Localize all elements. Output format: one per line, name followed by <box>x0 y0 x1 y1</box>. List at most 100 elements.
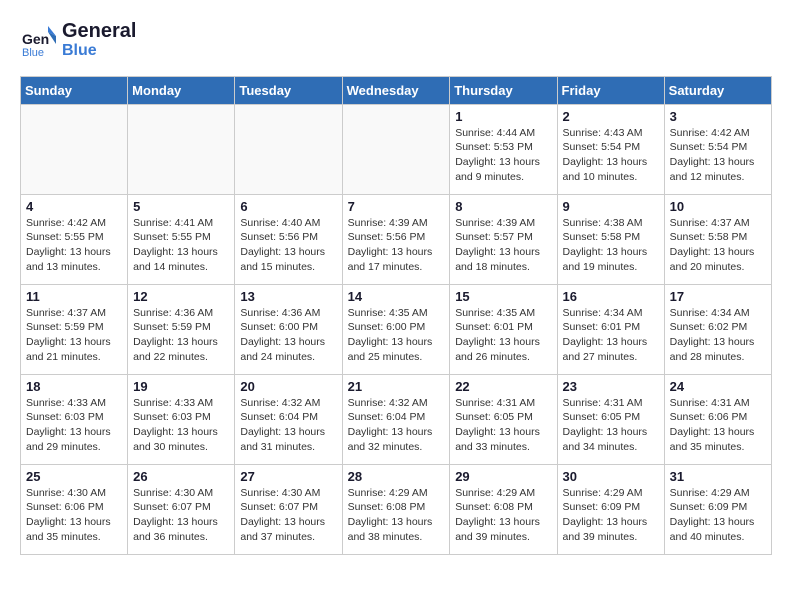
day-number: 1 <box>455 109 551 124</box>
calendar-cell: 24 Sunrise: 4:31 AM Sunset: 6:06 PM Dayl… <box>664 374 771 464</box>
day-number: 18 <box>26 379 122 394</box>
cell-info: Sunrise: 4:42 AM Sunset: 5:55 PM Dayligh… <box>26 216 122 275</box>
day-number: 30 <box>563 469 659 484</box>
calendar-week-2: 4 Sunrise: 4:42 AM Sunset: 5:55 PM Dayli… <box>21 194 772 284</box>
day-number: 12 <box>133 289 229 304</box>
calendar-cell: 14 Sunrise: 4:35 AM Sunset: 6:00 PM Dayl… <box>342 284 450 374</box>
cell-info: Sunrise: 4:29 AM Sunset: 6:08 PM Dayligh… <box>455 486 551 545</box>
calendar-cell: 4 Sunrise: 4:42 AM Sunset: 5:55 PM Dayli… <box>21 194 128 284</box>
day-number: 6 <box>240 199 336 214</box>
cell-info: Sunrise: 4:31 AM Sunset: 6:05 PM Dayligh… <box>563 396 659 455</box>
svg-text:Gen: Gen <box>22 31 49 47</box>
day-number: 8 <box>455 199 551 214</box>
calendar-cell <box>128 104 235 194</box>
day-number: 19 <box>133 379 229 394</box>
weekday-header-thursday: Thursday <box>450 76 557 104</box>
day-number: 21 <box>348 379 445 394</box>
day-number: 3 <box>670 109 766 124</box>
calendar-week-4: 18 Sunrise: 4:33 AM Sunset: 6:03 PM Dayl… <box>21 374 772 464</box>
day-number: 4 <box>26 199 122 214</box>
weekday-header-sunday: Sunday <box>21 76 128 104</box>
calendar-cell <box>21 104 128 194</box>
calendar-cell: 19 Sunrise: 4:33 AM Sunset: 6:03 PM Dayl… <box>128 374 235 464</box>
cell-info: Sunrise: 4:39 AM Sunset: 5:56 PM Dayligh… <box>348 216 445 275</box>
calendar-cell: 16 Sunrise: 4:34 AM Sunset: 6:01 PM Dayl… <box>557 284 664 374</box>
logo-icon: Gen Blue <box>20 22 56 58</box>
cell-info: Sunrise: 4:31 AM Sunset: 6:06 PM Dayligh… <box>670 396 766 455</box>
day-number: 15 <box>455 289 551 304</box>
day-number: 29 <box>455 469 551 484</box>
calendar-cell: 28 Sunrise: 4:29 AM Sunset: 6:08 PM Dayl… <box>342 464 450 554</box>
calendar-cell: 18 Sunrise: 4:33 AM Sunset: 6:03 PM Dayl… <box>21 374 128 464</box>
cell-info: Sunrise: 4:33 AM Sunset: 6:03 PM Dayligh… <box>133 396 229 455</box>
cell-info: Sunrise: 4:34 AM Sunset: 6:01 PM Dayligh… <box>563 306 659 365</box>
day-number: 14 <box>348 289 445 304</box>
cell-info: Sunrise: 4:44 AM Sunset: 5:53 PM Dayligh… <box>455 126 551 185</box>
weekday-header-wednesday: Wednesday <box>342 76 450 104</box>
calendar-cell: 25 Sunrise: 4:30 AM Sunset: 6:06 PM Dayl… <box>21 464 128 554</box>
calendar-cell: 20 Sunrise: 4:32 AM Sunset: 6:04 PM Dayl… <box>235 374 342 464</box>
day-number: 16 <box>563 289 659 304</box>
calendar-cell: 3 Sunrise: 4:42 AM Sunset: 5:54 PM Dayli… <box>664 104 771 194</box>
calendar-cell: 2 Sunrise: 4:43 AM Sunset: 5:54 PM Dayli… <box>557 104 664 194</box>
day-number: 22 <box>455 379 551 394</box>
calendar-cell: 21 Sunrise: 4:32 AM Sunset: 6:04 PM Dayl… <box>342 374 450 464</box>
day-number: 11 <box>26 289 122 304</box>
calendar-cell <box>342 104 450 194</box>
day-number: 17 <box>670 289 766 304</box>
calendar-week-5: 25 Sunrise: 4:30 AM Sunset: 6:06 PM Dayl… <box>21 464 772 554</box>
calendar-cell: 8 Sunrise: 4:39 AM Sunset: 5:57 PM Dayli… <box>450 194 557 284</box>
day-number: 25 <box>26 469 122 484</box>
cell-info: Sunrise: 4:33 AM Sunset: 6:03 PM Dayligh… <box>26 396 122 455</box>
cell-info: Sunrise: 4:35 AM Sunset: 6:01 PM Dayligh… <box>455 306 551 365</box>
calendar-cell: 12 Sunrise: 4:36 AM Sunset: 5:59 PM Dayl… <box>128 284 235 374</box>
calendar-cell: 13 Sunrise: 4:36 AM Sunset: 6:00 PM Dayl… <box>235 284 342 374</box>
day-number: 10 <box>670 199 766 214</box>
weekday-header-monday: Monday <box>128 76 235 104</box>
day-number: 2 <box>563 109 659 124</box>
cell-info: Sunrise: 4:30 AM Sunset: 6:06 PM Dayligh… <box>26 486 122 545</box>
page-header: Gen Blue General Blue <box>20 20 772 60</box>
logo: Gen Blue General Blue <box>20 20 136 60</box>
cell-info: Sunrise: 4:43 AM Sunset: 5:54 PM Dayligh… <box>563 126 659 185</box>
cell-info: Sunrise: 4:41 AM Sunset: 5:55 PM Dayligh… <box>133 216 229 275</box>
cell-info: Sunrise: 4:37 AM Sunset: 5:58 PM Dayligh… <box>670 216 766 275</box>
cell-info: Sunrise: 4:40 AM Sunset: 5:56 PM Dayligh… <box>240 216 336 275</box>
logo-line1: General <box>62 20 136 42</box>
calendar-cell: 17 Sunrise: 4:34 AM Sunset: 6:02 PM Dayl… <box>664 284 771 374</box>
day-number: 9 <box>563 199 659 214</box>
cell-info: Sunrise: 4:37 AM Sunset: 5:59 PM Dayligh… <box>26 306 122 365</box>
calendar-week-3: 11 Sunrise: 4:37 AM Sunset: 5:59 PM Dayl… <box>21 284 772 374</box>
cell-info: Sunrise: 4:32 AM Sunset: 6:04 PM Dayligh… <box>348 396 445 455</box>
calendar-table: SundayMondayTuesdayWednesdayThursdayFrid… <box>20 76 772 555</box>
calendar-cell: 30 Sunrise: 4:29 AM Sunset: 6:09 PM Dayl… <box>557 464 664 554</box>
calendar-cell: 29 Sunrise: 4:29 AM Sunset: 6:08 PM Dayl… <box>450 464 557 554</box>
weekday-header-friday: Friday <box>557 76 664 104</box>
calendar-cell: 5 Sunrise: 4:41 AM Sunset: 5:55 PM Dayli… <box>128 194 235 284</box>
day-number: 27 <box>240 469 336 484</box>
cell-info: Sunrise: 4:38 AM Sunset: 5:58 PM Dayligh… <box>563 216 659 275</box>
calendar-cell: 10 Sunrise: 4:37 AM Sunset: 5:58 PM Dayl… <box>664 194 771 284</box>
cell-info: Sunrise: 4:31 AM Sunset: 6:05 PM Dayligh… <box>455 396 551 455</box>
day-number: 26 <box>133 469 229 484</box>
cell-info: Sunrise: 4:30 AM Sunset: 6:07 PM Dayligh… <box>240 486 336 545</box>
calendar-week-1: 1 Sunrise: 4:44 AM Sunset: 5:53 PM Dayli… <box>21 104 772 194</box>
weekday-header-saturday: Saturday <box>664 76 771 104</box>
calendar-cell: 15 Sunrise: 4:35 AM Sunset: 6:01 PM Dayl… <box>450 284 557 374</box>
calendar-cell: 27 Sunrise: 4:30 AM Sunset: 6:07 PM Dayl… <box>235 464 342 554</box>
cell-info: Sunrise: 4:34 AM Sunset: 6:02 PM Dayligh… <box>670 306 766 365</box>
calendar-cell: 7 Sunrise: 4:39 AM Sunset: 5:56 PM Dayli… <box>342 194 450 284</box>
calendar-cell: 26 Sunrise: 4:30 AM Sunset: 6:07 PM Dayl… <box>128 464 235 554</box>
day-number: 24 <box>670 379 766 394</box>
cell-info: Sunrise: 4:30 AM Sunset: 6:07 PM Dayligh… <box>133 486 229 545</box>
day-number: 28 <box>348 469 445 484</box>
calendar-cell: 6 Sunrise: 4:40 AM Sunset: 5:56 PM Dayli… <box>235 194 342 284</box>
day-number: 7 <box>348 199 445 214</box>
cell-info: Sunrise: 4:36 AM Sunset: 6:00 PM Dayligh… <box>240 306 336 365</box>
svg-text:Blue: Blue <box>22 47 44 58</box>
cell-info: Sunrise: 4:35 AM Sunset: 6:00 PM Dayligh… <box>348 306 445 365</box>
calendar-cell: 22 Sunrise: 4:31 AM Sunset: 6:05 PM Dayl… <box>450 374 557 464</box>
weekday-header-row: SundayMondayTuesdayWednesdayThursdayFrid… <box>21 76 772 104</box>
calendar-cell: 11 Sunrise: 4:37 AM Sunset: 5:59 PM Dayl… <box>21 284 128 374</box>
cell-info: Sunrise: 4:42 AM Sunset: 5:54 PM Dayligh… <box>670 126 766 185</box>
